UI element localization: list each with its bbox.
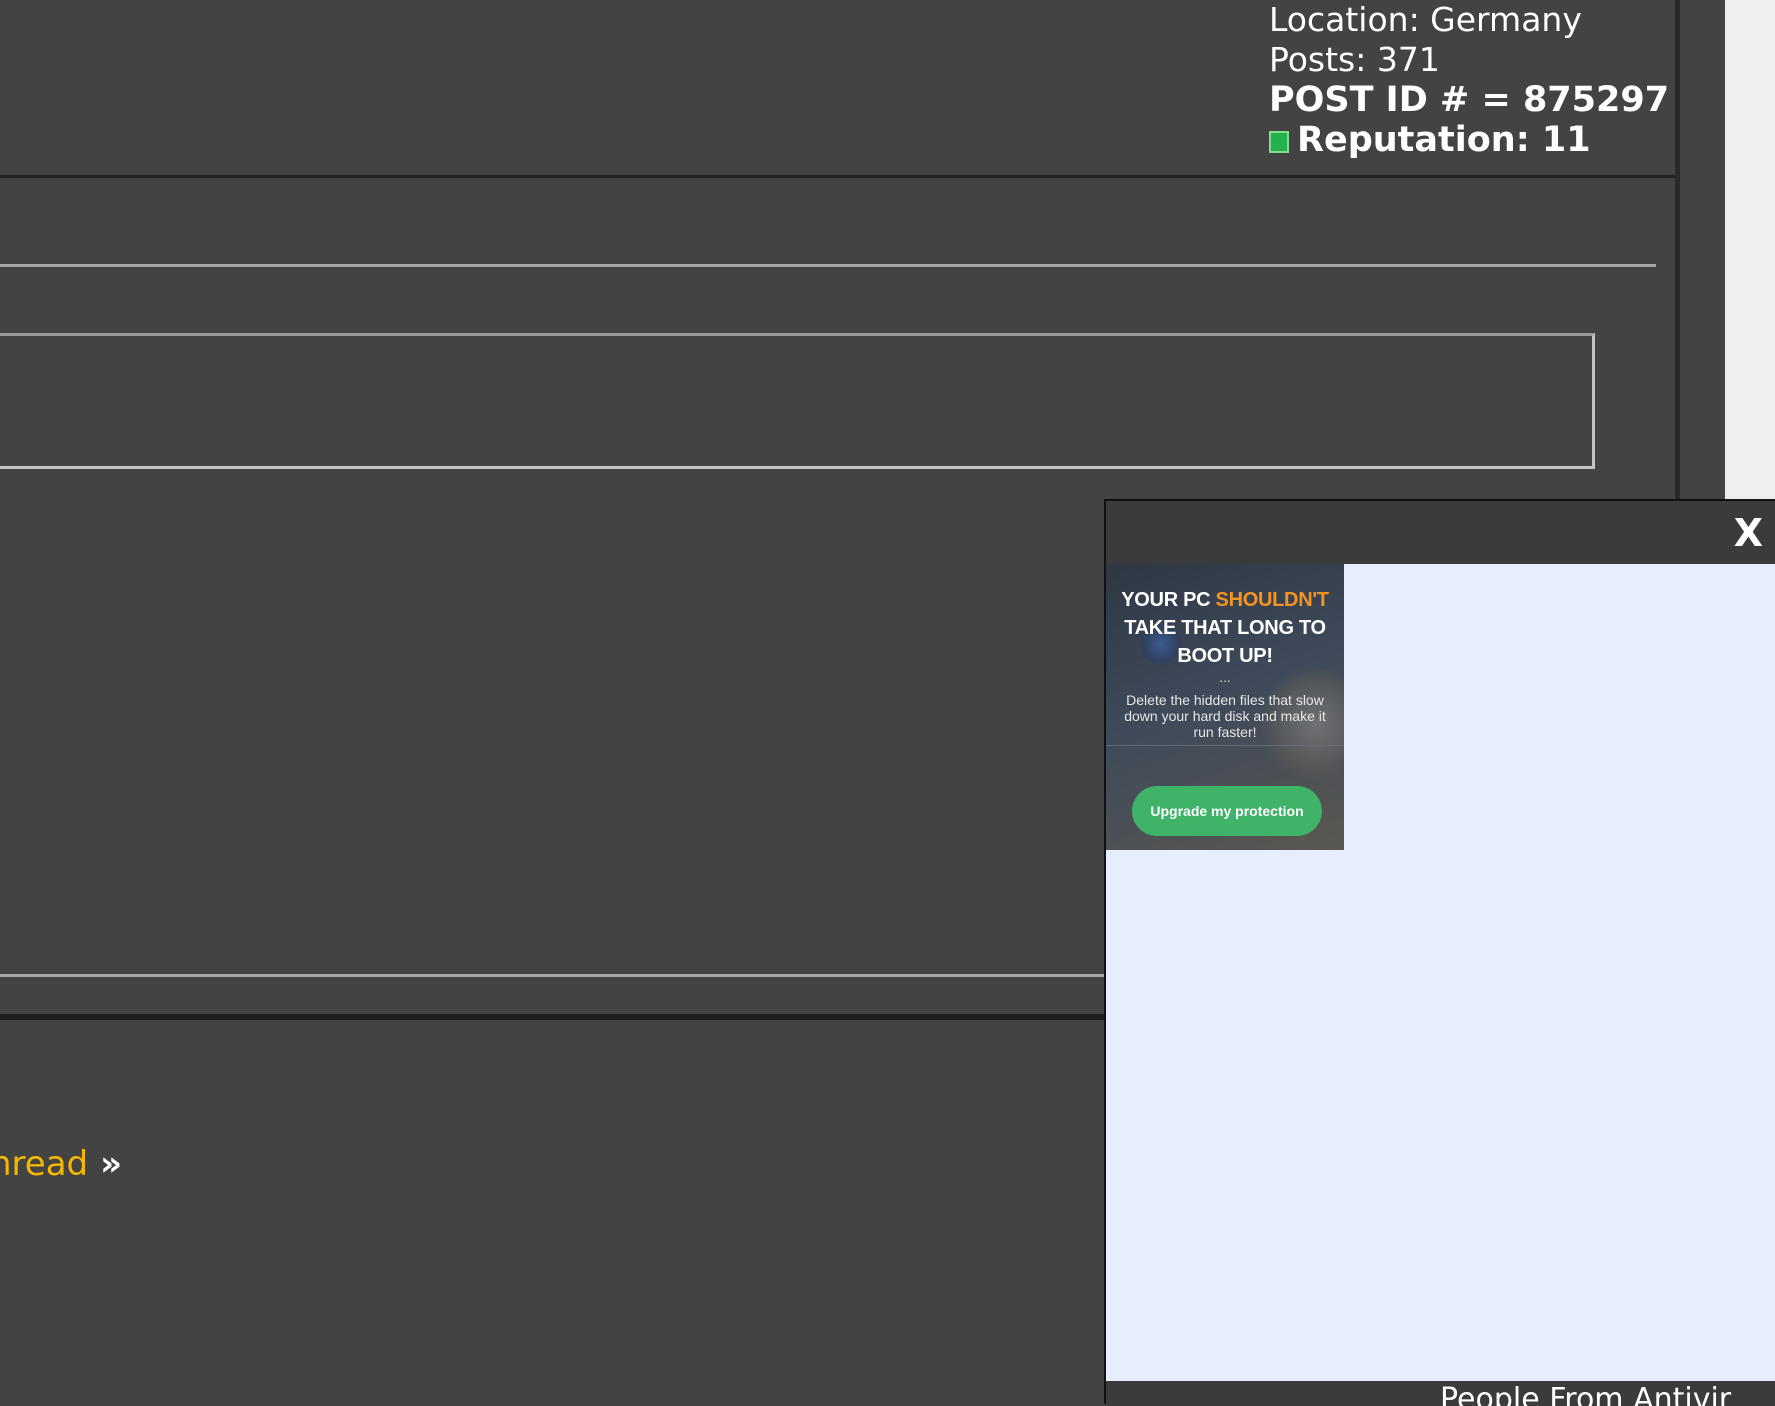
popup-header: X [1106,501,1775,564]
post-end-separator [0,1014,1110,1020]
next-thread-label[interactable]: hread [0,1144,88,1184]
post-user-info: Location: Germany Posts: 371 POST ID # =… [1269,0,1669,160]
ad-headline: YOUR PC SHOULDN'T TAKE THAT LONG TO BOOT… [1106,586,1344,670]
upgrade-protection-button[interactable]: Upgrade my protection [1132,786,1322,836]
close-button[interactable]: X [1734,513,1763,553]
user-location: Location: Germany [1269,0,1582,39]
post-header-separator [0,175,1675,178]
post-footer-divider [0,974,1110,977]
reputation-badge-icon [1269,131,1289,153]
ad-headline-line2: TAKE THAT LONG TO [1124,617,1326,639]
post-id: POST ID # = 875297 [1269,80,1670,120]
user-post-count: Posts: 371 [1269,40,1440,79]
ad-headline-highlight: SHOULDN'T [1215,589,1329,611]
ad-popup: X YOUR PC SHOULDN'T TAKE THAT LONG TO BO… [1104,499,1775,1406]
ad-ellipsis: ... [1219,671,1231,685]
ad-divider [1106,745,1344,746]
ad-headline-line3: BOOT UP! [1177,645,1273,667]
next-thread-link[interactable]: hread » [0,1142,122,1186]
user-reputation: Reputation: 11 [1269,120,1669,160]
ad-subtitle: Delete the hidden files that slow down y… [1124,692,1326,740]
ad-headline-prefix: YOUR PC [1121,589,1216,611]
post-body-divider [0,264,1656,267]
reputation-label: Reputation: 11 [1297,120,1591,160]
ad-banner[interactable]: YOUR PC SHOULDN'T TAKE THAT LONG TO BOOT… [1106,564,1344,850]
double-chevron-right-icon[interactable]: » [100,1144,122,1184]
popup-footer-text: People From Antivir [1440,1382,1732,1406]
popup-footer: People From Antivir [1106,1381,1775,1406]
quote-box [0,333,1595,469]
